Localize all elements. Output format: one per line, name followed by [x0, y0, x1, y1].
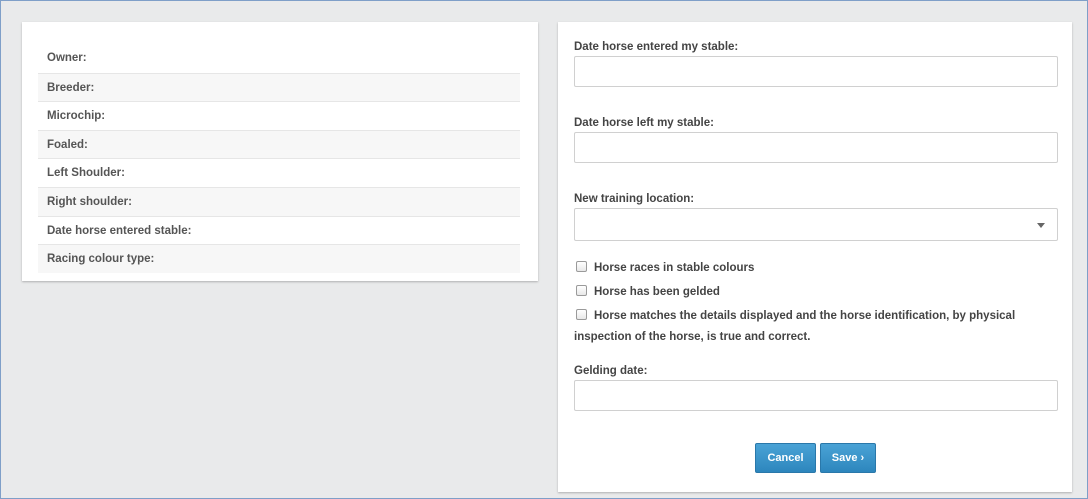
training-location-label: New training location:	[574, 193, 695, 205]
matches-details-label-line1: Horse matches the details displayed and …	[594, 310, 1016, 322]
detail-row-microchip: Microchip:	[38, 101, 520, 130]
detail-row-left-shoulder: Left Shoulder:	[38, 158, 520, 187]
matches-details-label-line2: inspection of the horse, is true and cor…	[574, 331, 811, 343]
detail-row-breeder: Breeder:	[38, 72, 520, 102]
date-entered-input[interactable]	[574, 56, 1058, 87]
chevron-down-icon	[1037, 223, 1045, 228]
stable-colours-checkbox[interactable]	[576, 261, 587, 272]
date-left-input[interactable]	[574, 132, 1058, 163]
stable-colours-option[interactable]: Horse races in stable colours	[574, 258, 1064, 279]
matches-details-checkbox[interactable]	[576, 309, 587, 320]
gelding-date-label: Gelding date:	[574, 365, 648, 377]
save-button[interactable]: Save ›	[820, 443, 876, 473]
detail-row-racing-colour: Racing colour type:	[38, 244, 520, 273]
horse-details-list: Owner: Breeder: Microchip: Foaled: Left …	[38, 44, 520, 273]
gelding-date-input[interactable]	[574, 380, 1058, 411]
date-entered-label: Date horse entered my stable:	[574, 41, 739, 53]
detail-row-foaled: Foaled:	[38, 129, 520, 159]
matches-details-option[interactable]: Horse matches the details displayed and …	[574, 306, 1064, 348]
training-location-select[interactable]	[574, 208, 1058, 241]
detail-row-owner: Owner:	[47, 52, 87, 64]
gelded-option[interactable]: Horse has been gelded	[574, 282, 1064, 303]
stable-form-card: Date horse entered my stable: Date horse…	[558, 22, 1072, 492]
stable-colours-label: Horse races in stable colours	[594, 262, 755, 274]
detail-row-right-shoulder: Right shoulder:	[38, 186, 520, 216]
cancel-button[interactable]: Cancel	[755, 443, 816, 473]
horse-details-card: Owner: Breeder: Microchip: Foaled: Left …	[22, 22, 538, 281]
detail-row-date-entered: Date horse entered stable:	[38, 215, 520, 245]
gelded-checkbox[interactable]	[576, 285, 587, 296]
gelded-label: Horse has been gelded	[594, 286, 720, 298]
date-left-label: Date horse left my stable:	[574, 117, 714, 129]
